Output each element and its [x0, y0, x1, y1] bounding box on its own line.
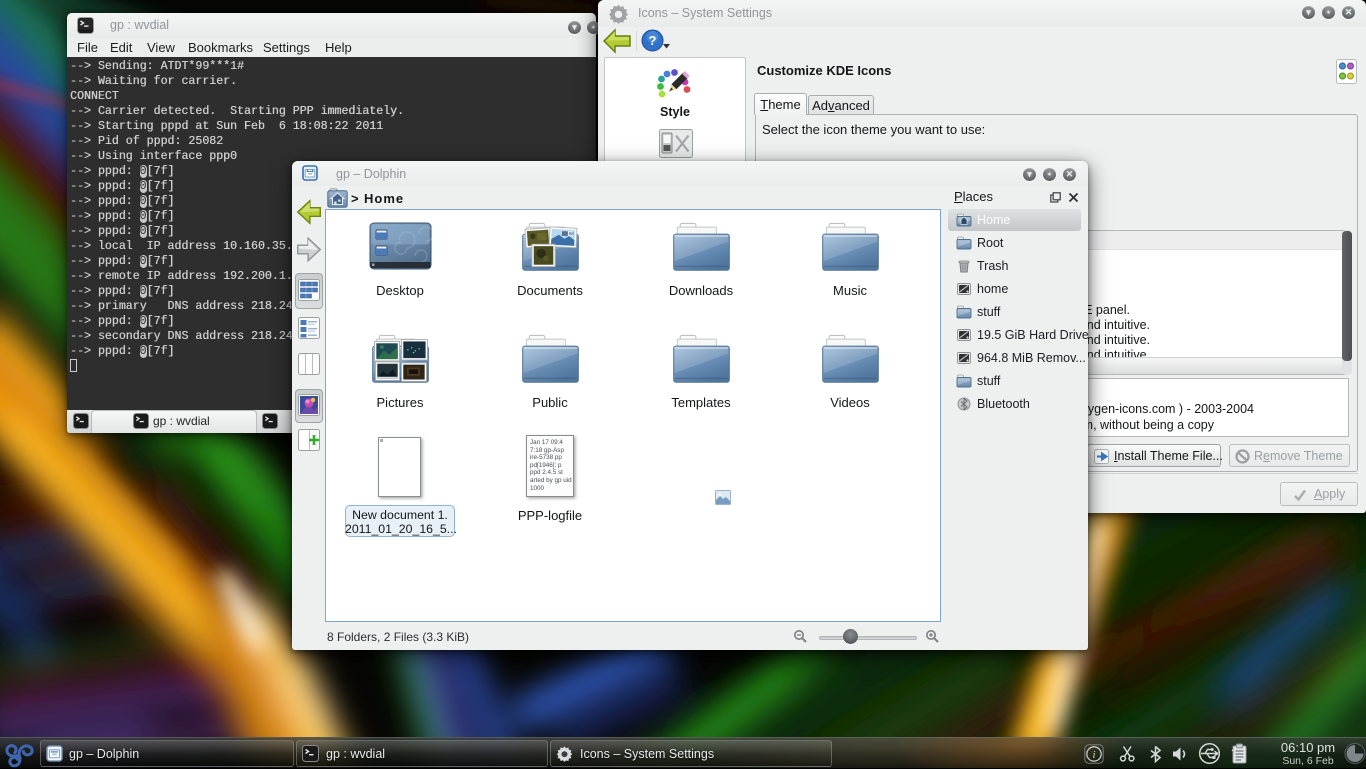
- svg-text:i: i: [1092, 749, 1095, 761]
- svg-text:?: ?: [649, 33, 657, 48]
